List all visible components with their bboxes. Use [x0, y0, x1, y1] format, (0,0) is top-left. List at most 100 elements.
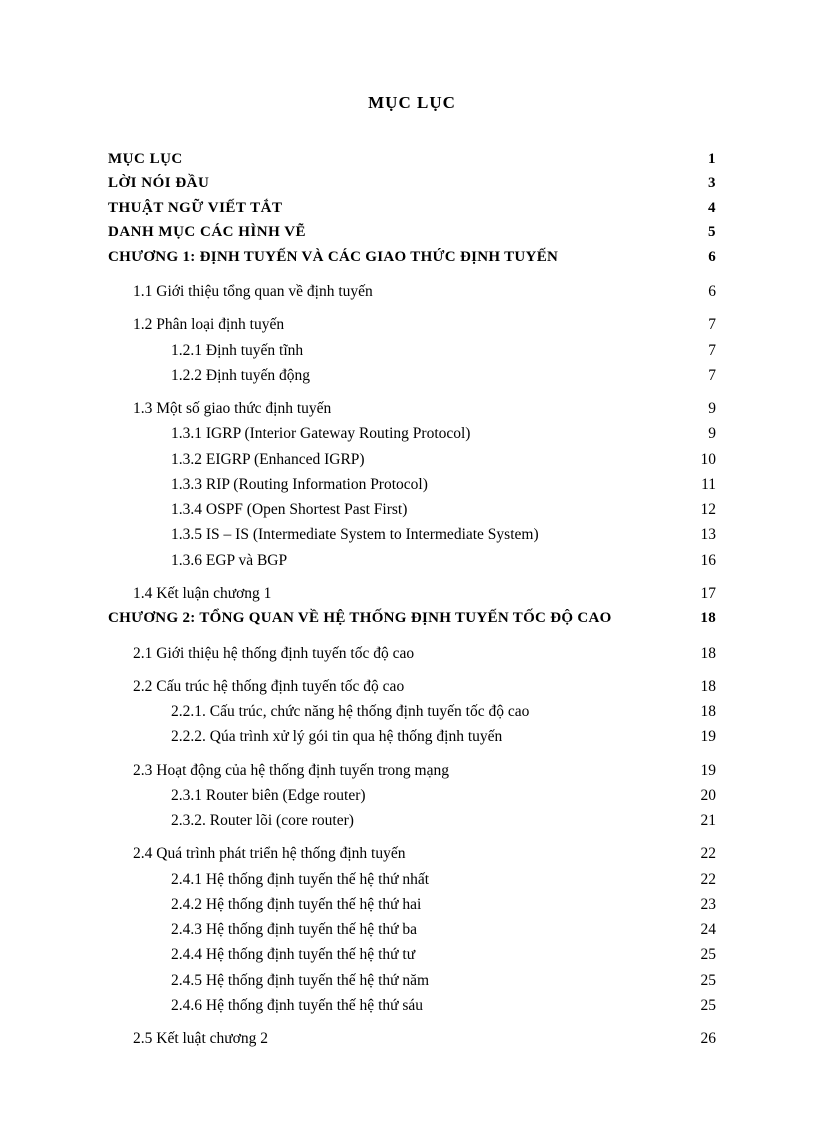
toc-label: 2.4.2 Hệ thống định tuyến thế hệ thứ hai	[171, 893, 674, 916]
toc-chapter: CHƯƠNG 1: ĐỊNH TUYẾN VÀ CÁC GIAO THỨC ĐỊ…	[108, 246, 716, 269]
toc-label: 2.3.1 Router biên (Edge router)	[171, 784, 674, 807]
toc-entry: DANH MỤC CÁC HÌNH VẼ 5	[108, 221, 716, 244]
toc-label: 2.2.2. Qúa trình xử lý gói tin qua hệ th…	[171, 725, 674, 748]
toc-entry: 2.3.2. Router lõi (core router) 21	[108, 809, 716, 832]
toc-page: 26	[686, 1027, 716, 1050]
toc-page: 13	[686, 523, 716, 546]
toc-page: 3	[686, 172, 716, 195]
toc-label: 1.3 Một số giao thức định tuyến	[133, 397, 674, 420]
toc-entry: 2.4.4 Hệ thống định tuyến thế hệ thứ tư …	[108, 943, 716, 966]
toc-entry: 1.2.2 Định tuyến động 7	[108, 364, 716, 387]
toc-page: 22	[686, 842, 716, 865]
toc-label: 1.2 Phân loại định tuyến	[133, 313, 674, 336]
toc-entry: 2.2.1. Cấu trúc, chức năng hệ thống định…	[108, 700, 716, 723]
toc-label: 2.4.1 Hệ thống định tuyến thế hệ thứ nhấ…	[171, 868, 674, 891]
toc-page: 9	[686, 422, 716, 445]
toc-page: 7	[686, 364, 716, 387]
toc-page: 7	[686, 313, 716, 336]
toc-entry: 1.3.1 IGRP (Interior Gateway Routing Pro…	[108, 422, 716, 445]
toc-label: 2.5 Kết luật chương 2	[133, 1027, 674, 1050]
toc-page: 25	[686, 943, 716, 966]
toc-label: 1.3.3 RIP (Routing Information Protocol)	[171, 473, 674, 496]
toc-label: 2.2 Cấu trúc hệ thống định tuyến tốc độ …	[133, 675, 674, 698]
toc-entry: 1.3.5 IS – IS (Intermediate System to In…	[108, 523, 716, 546]
toc-entry: 2.4.3 Hệ thống định tuyến thế hệ thứ ba …	[108, 918, 716, 941]
toc-label: 2.4.4 Hệ thống định tuyến thế hệ thứ tư	[171, 943, 674, 966]
toc-page: 6	[686, 246, 716, 269]
toc-page: 5	[686, 221, 716, 244]
toc-page: 18	[686, 642, 716, 665]
toc-entry: 2.3.1 Router biên (Edge router) 20	[108, 784, 716, 807]
toc-label: 1.2.2 Định tuyến động	[171, 364, 674, 387]
toc-entry: THUẬT NGỮ VIẾT TẮT 4	[108, 197, 716, 220]
toc-label: CHƯƠNG 2: TỔNG QUAN VỀ HỆ THỐNG ĐỊNH TUY…	[108, 607, 674, 630]
toc-page: 18	[686, 675, 716, 698]
toc-label: 2.2.1. Cấu trúc, chức năng hệ thống định…	[171, 700, 674, 723]
toc-entry: 2.4.6 Hệ thống định tuyến thế hệ thứ sáu…	[108, 994, 716, 1017]
toc-entry: 1.2 Phân loại định tuyến 7	[108, 313, 716, 336]
toc-page: 10	[686, 448, 716, 471]
toc-label: MỤC LỤC	[108, 148, 674, 171]
toc-entry: 1.4 Kết luận chương 1 17	[108, 582, 716, 605]
toc-page: 19	[686, 725, 716, 748]
toc-page: 20	[686, 784, 716, 807]
toc-page: 22	[686, 868, 716, 891]
toc-label: 2.3.2. Router lõi (core router)	[171, 809, 674, 832]
toc-label: 2.4 Quá trình phát triển hệ thống định t…	[133, 842, 674, 865]
toc-entry: 1.3.4 OSPF (Open Shortest Past First) 12	[108, 498, 716, 521]
toc-label: CHƯƠNG 1: ĐỊNH TUYẾN VÀ CÁC GIAO THỨC ĐỊ…	[108, 246, 674, 269]
toc-entry: 1.3 Một số giao thức định tuyến 9	[108, 397, 716, 420]
toc-page: 16	[686, 549, 716, 572]
toc-label: 2.3 Hoạt động của hệ thống định tuyến tr…	[133, 759, 674, 782]
toc-page: 1	[686, 148, 716, 171]
toc-label: THUẬT NGỮ VIẾT TẮT	[108, 197, 674, 220]
toc-label: 1.4 Kết luận chương 1	[133, 582, 674, 605]
toc-entry: 1.3.2 EIGRP (Enhanced IGRP) 10	[108, 448, 716, 471]
toc-label: 2.4.3 Hệ thống định tuyến thế hệ thứ ba	[171, 918, 674, 941]
toc-label: 1.2.1 Định tuyến tĩnh	[171, 339, 674, 362]
toc-label: 1.3.1 IGRP (Interior Gateway Routing Pro…	[171, 422, 674, 445]
toc-page: 9	[686, 397, 716, 420]
toc-label: 1.3.6 EGP và BGP	[171, 549, 674, 572]
toc-entry: 1.3.6 EGP và BGP 16	[108, 549, 716, 572]
toc-page: 17	[686, 582, 716, 605]
toc-entry: 2.2 Cấu trúc hệ thống định tuyến tốc độ …	[108, 675, 716, 698]
toc-label: 2.4.5 Hệ thống định tuyến thế hệ thứ năm	[171, 969, 674, 992]
toc-label: 2.1 Giới thiệu hệ thống định tuyến tốc đ…	[133, 642, 674, 665]
toc-page: 12	[686, 498, 716, 521]
toc-entry: 2.5 Kết luật chương 2 26	[108, 1027, 716, 1050]
toc-label: 1.3.4 OSPF (Open Shortest Past First)	[171, 498, 674, 521]
toc-page: 11	[686, 473, 716, 496]
toc-page: 19	[686, 759, 716, 782]
toc-page: 23	[686, 893, 716, 916]
toc-entry: 2.4 Quá trình phát triển hệ thống định t…	[108, 842, 716, 865]
toc-page: 24	[686, 918, 716, 941]
toc-entry: MỤC LỤC 1	[108, 148, 716, 171]
toc-page: 18	[686, 700, 716, 723]
toc-label: DANH MỤC CÁC HÌNH VẼ	[108, 221, 674, 244]
toc-entry: 2.1 Giới thiệu hệ thống định tuyến tốc đ…	[108, 642, 716, 665]
toc-label: LỜI NÓI ĐẦU	[108, 172, 674, 195]
toc-entry: 2.2.2. Qúa trình xử lý gói tin qua hệ th…	[108, 725, 716, 748]
toc-page: 25	[686, 969, 716, 992]
page-title: MỤC LỤC	[108, 90, 716, 116]
toc-page: 4	[686, 197, 716, 220]
toc-entry: 2.4.2 Hệ thống định tuyến thế hệ thứ hai…	[108, 893, 716, 916]
toc-entry: 2.4.5 Hệ thống định tuyến thế hệ thứ năm…	[108, 969, 716, 992]
toc-page: 7	[686, 339, 716, 362]
toc-label: 2.4.6 Hệ thống định tuyến thế hệ thứ sáu	[171, 994, 674, 1017]
toc-entry: 2.4.1 Hệ thống định tuyến thế hệ thứ nhấ…	[108, 868, 716, 891]
toc-page: 18	[686, 607, 716, 630]
toc-entry: 2.3 Hoạt động của hệ thống định tuyến tr…	[108, 759, 716, 782]
toc-label: 1.1 Giới thiệu tổng quan về định tuyến	[133, 280, 674, 303]
toc-chapter: CHƯƠNG 2: TỔNG QUAN VỀ HỆ THỐNG ĐỊNH TUY…	[108, 607, 716, 630]
toc-entry: 1.1 Giới thiệu tổng quan về định tuyến 6	[108, 280, 716, 303]
toc-page: 6	[686, 280, 716, 303]
toc-entry: 1.2.1 Định tuyến tĩnh 7	[108, 339, 716, 362]
toc-label: 1.3.2 EIGRP (Enhanced IGRP)	[171, 448, 674, 471]
toc-entry: 1.3.3 RIP (Routing Information Protocol)…	[108, 473, 716, 496]
toc-page: 25	[686, 994, 716, 1017]
toc-label: 1.3.5 IS – IS (Intermediate System to In…	[171, 523, 674, 546]
toc-entry: LỜI NÓI ĐẦU 3	[108, 172, 716, 195]
toc-page: 21	[686, 809, 716, 832]
